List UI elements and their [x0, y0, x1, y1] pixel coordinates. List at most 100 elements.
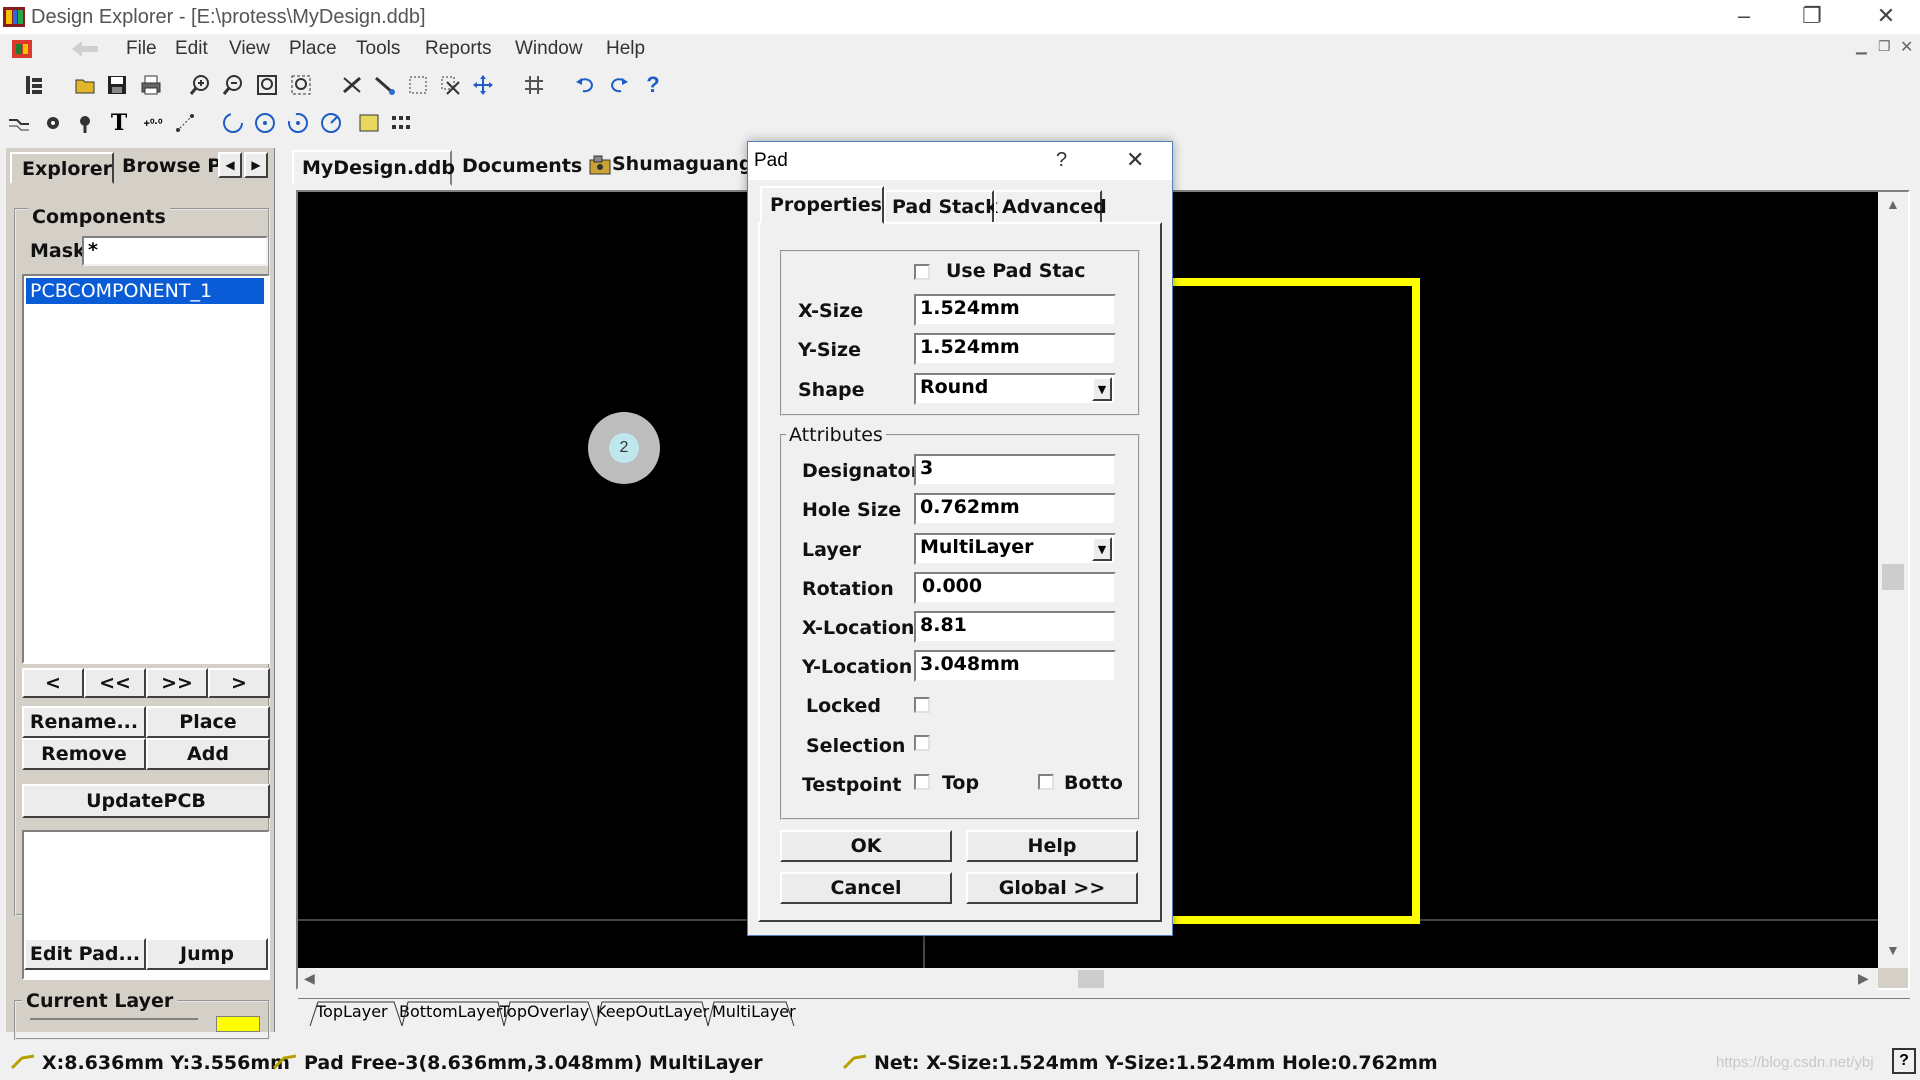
place-fill-icon[interactable] — [356, 110, 382, 136]
list-item[interactable]: PCBCOMPONENT_1 — [25, 277, 265, 305]
mdi-doc-icon[interactable] — [10, 36, 36, 62]
help-button[interactable]: Help — [966, 830, 1138, 862]
arc-center-icon[interactable] — [252, 110, 278, 136]
prev-button[interactable]: << — [84, 668, 146, 698]
arc-any-icon[interactable] — [285, 110, 311, 136]
place-track-icon[interactable] — [6, 110, 32, 136]
grid-icon[interactable] — [521, 72, 547, 98]
vertical-scroll-thumb[interactable] — [1882, 564, 1904, 590]
mdi-close-icon[interactable]: ✕ — [1900, 37, 1913, 57]
selection-checkbox[interactable] — [914, 735, 930, 751]
ok-button[interactable]: OK — [780, 830, 952, 862]
scroll-right-icon[interactable]: ▶ — [1858, 970, 1869, 987]
menu-window[interactable]: Window — [515, 38, 583, 60]
add-button[interactable]: Add — [146, 738, 270, 770]
layer-select[interactable]: MultiLayer ▼ — [914, 533, 1116, 565]
restore-button[interactable]: ❐ — [1778, 0, 1846, 34]
minimize-button[interactable]: – — [1710, 0, 1778, 34]
cross-probe-icon[interactable] — [339, 72, 365, 98]
arc-edge-icon[interactable] — [220, 110, 246, 136]
shape-select[interactable]: Round ▼ — [914, 373, 1116, 405]
scroll-down-icon[interactable]: ▼ — [1886, 942, 1900, 958]
mask-input[interactable]: * — [82, 236, 268, 266]
design-manager-icon[interactable] — [22, 72, 48, 98]
place-pad-icon[interactable] — [40, 110, 66, 136]
designator-input[interactable]: 3 — [914, 454, 1116, 486]
horizontal-scrollbar[interactable]: ◀ ▶ — [298, 968, 1878, 990]
open-folder-icon[interactable] — [72, 72, 98, 98]
scroll-up-icon[interactable]: ▲ — [1886, 196, 1900, 212]
menu-reports[interactable]: Reports — [425, 38, 492, 60]
remove-button[interactable]: Remove — [22, 738, 146, 770]
tab-advanced[interactable]: Advanced — [994, 190, 1107, 224]
menu-edit[interactable]: Edit — [175, 38, 208, 60]
move-icon[interactable] — [470, 72, 496, 98]
hole-size-input[interactable]: 0.762mm — [914, 493, 1116, 525]
edit-pad-button[interactable]: Edit Pad... — [24, 938, 146, 970]
menu-file[interactable]: File — [126, 38, 157, 60]
rename-button[interactable]: Rename... — [22, 706, 146, 738]
first-button[interactable]: < — [22, 668, 84, 698]
update-pcb-button[interactable]: UpdatePCB — [22, 784, 270, 818]
rotation-input[interactable]: 0.000 — [914, 572, 1116, 604]
zoom-out-icon[interactable] — [220, 72, 246, 98]
zoom-fit-icon[interactable] — [254, 72, 280, 98]
chevron-down-icon[interactable]: ▼ — [1092, 537, 1112, 561]
tab-mydesign[interactable]: MyDesign.ddb — [292, 150, 455, 186]
zoom-in-icon[interactable] — [187, 72, 213, 98]
dialog-help-button[interactable]: ? — [1056, 149, 1067, 172]
deselect-icon[interactable] — [437, 72, 463, 98]
locked-checkbox[interactable] — [914, 697, 930, 713]
interactive-route-icon[interactable] — [371, 72, 397, 98]
tab-documents[interactable]: Documents — [454, 150, 582, 186]
full-circle-icon[interactable] — [318, 110, 344, 136]
place-button[interactable]: Place — [146, 706, 270, 738]
testpoint-bottom-checkbox[interactable] — [1038, 774, 1054, 790]
current-layer-select[interactable] — [30, 1018, 198, 1030]
save-icon[interactable] — [104, 72, 130, 98]
vertical-scrollbar[interactable]: ▲ ▼ — [1878, 192, 1908, 968]
undo-icon[interactable] — [572, 72, 598, 98]
component-list[interactable]: PCBCOMPONENT_1 — [22, 274, 270, 664]
array-paste-icon[interactable] — [388, 110, 414, 136]
testpoint-top-checkbox[interactable] — [914, 774, 930, 790]
redo-icon[interactable] — [606, 72, 632, 98]
tab-scroll-left-button[interactable]: ◀ — [218, 152, 242, 178]
x-size-input[interactable]: 1.524mm — [914, 294, 1116, 326]
chevron-down-icon[interactable]: ▼ — [1092, 377, 1112, 401]
close-button[interactable]: ✕ — [1852, 0, 1920, 34]
horizontal-scroll-thumb[interactable] — [1078, 970, 1104, 988]
tab-browse[interactable]: Browse P — [118, 152, 221, 182]
use-pad-stack-checkbox[interactable] — [914, 264, 930, 280]
last-button[interactable]: > — [208, 668, 270, 698]
y-location-input[interactable]: 3.048mm — [914, 650, 1116, 682]
y-size-input[interactable]: 1.524mm — [914, 333, 1116, 365]
help-icon[interactable]: ? — [640, 72, 666, 98]
place-dimension-icon[interactable] — [172, 110, 198, 136]
global-button[interactable]: Global >> — [966, 872, 1138, 904]
dialog-close-button[interactable]: ✕ — [1126, 147, 1144, 173]
place-coordinate-icon[interactable]: +⁰·⁰ — [140, 110, 166, 136]
tab-properties[interactable]: Properties — [760, 186, 884, 224]
next-button[interactable]: >> — [146, 668, 208, 698]
place-string-icon[interactable]: T — [106, 110, 132, 136]
print-icon[interactable] — [138, 72, 164, 98]
select-area-icon[interactable] — [405, 72, 431, 98]
menu-tools[interactable]: Tools — [356, 38, 400, 60]
pad-2[interactable]: 2 — [588, 412, 660, 484]
place-via-icon[interactable] — [74, 110, 100, 136]
menu-place[interactable]: Place — [289, 38, 337, 60]
zoom-area-icon[interactable] — [288, 72, 314, 98]
tab-scroll-right-button[interactable]: ▶ — [244, 152, 268, 178]
tab-pad-stack[interactable]: Pad Stack — [884, 190, 998, 224]
mdi-minimize-icon[interactable]: ▁ — [1856, 38, 1867, 55]
back-arrow-icon[interactable] — [68, 38, 102, 60]
menu-view[interactable]: View — [229, 38, 270, 60]
jump-button[interactable]: Jump — [146, 938, 268, 970]
cancel-button[interactable]: Cancel — [780, 872, 952, 904]
mdi-restore-icon[interactable]: ❐ — [1878, 38, 1891, 55]
x-location-input[interactable]: 8.81 — [914, 611, 1116, 643]
scroll-left-icon[interactable]: ◀ — [304, 970, 315, 987]
menu-help[interactable]: Help — [606, 38, 645, 60]
tab-explorer[interactable]: Explorer — [10, 152, 114, 184]
